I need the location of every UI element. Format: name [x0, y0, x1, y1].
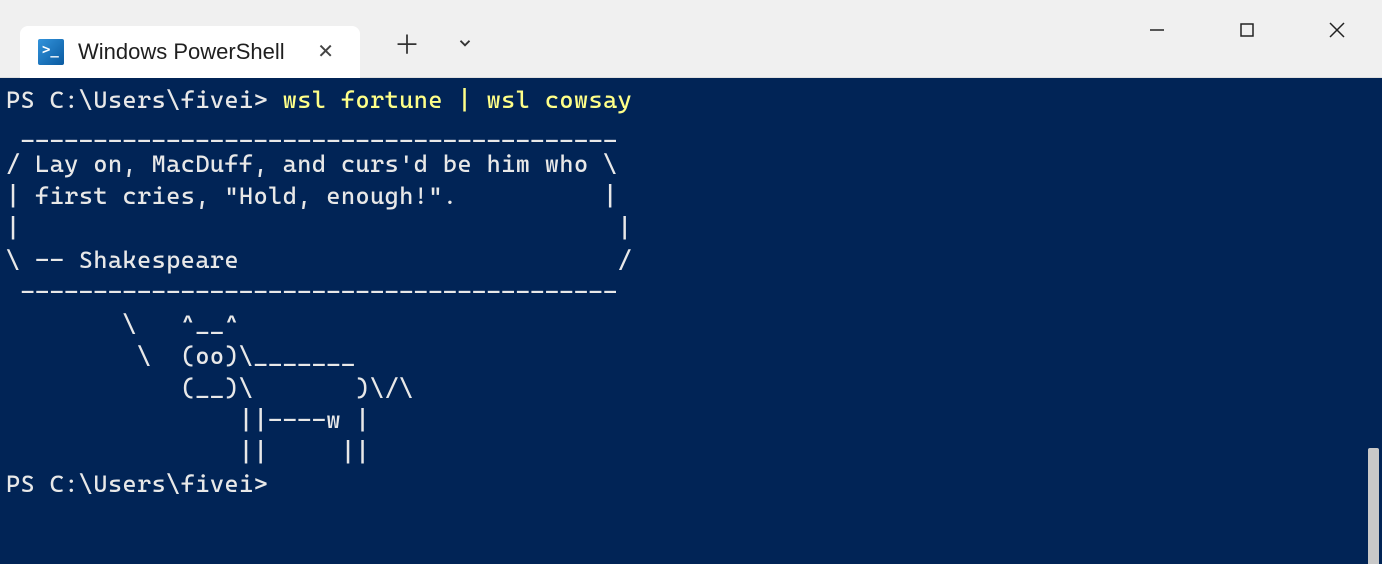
output-line: \ -- Shakespeare /	[6, 246, 632, 274]
tab-powershell[interactable]: Windows PowerShell ✕	[20, 26, 360, 78]
output-line: || ||	[6, 438, 370, 466]
tab-dropdown-button[interactable]	[442, 22, 488, 65]
output-line: ----------------------------------------…	[6, 278, 618, 306]
powershell-icon	[38, 39, 64, 65]
titlebar-actions: ＋	[380, 19, 488, 68]
close-tab-button[interactable]: ✕	[309, 35, 342, 68]
scrollbar-thumb[interactable]	[1368, 448, 1379, 564]
window-controls	[1112, 0, 1382, 60]
command-text: wsl fortune | wsl cowsay	[283, 86, 633, 114]
output-line: ||----w |	[6, 406, 370, 434]
output-line: ________________________________________…	[6, 118, 618, 146]
output-line: / Lay on, MacDuff, and curs'd be him who…	[6, 150, 618, 178]
prompt-1: PS C:\Users\fivei>	[6, 86, 268, 114]
output-line: \ (oo)\_______	[6, 342, 356, 370]
tab-title: Windows PowerShell	[78, 39, 295, 65]
new-tab-button[interactable]: ＋	[380, 19, 434, 68]
prompt-line-1: PS C:\Users\fivei> wsl fortune | wsl cow…	[6, 86, 632, 114]
minimize-button[interactable]	[1112, 0, 1202, 60]
output-line: | |	[6, 214, 632, 242]
close-window-button[interactable]	[1292, 0, 1382, 60]
output-line: (__)\ )\/\	[6, 374, 414, 402]
maximize-button[interactable]	[1202, 0, 1292, 60]
output-line: \ ^__^	[6, 310, 239, 338]
titlebar: Windows PowerShell ✕ ＋	[0, 0, 1382, 78]
output-line: | first cries, "Hold, enough!". |	[6, 182, 618, 210]
terminal-area[interactable]: PS C:\Users\fivei> wsl fortune | wsl cow…	[0, 78, 1382, 564]
prompt-2: PS C:\Users\fivei>	[6, 470, 268, 498]
terminal-content: PS C:\Users\fivei> wsl fortune | wsl cow…	[6, 84, 1382, 500]
